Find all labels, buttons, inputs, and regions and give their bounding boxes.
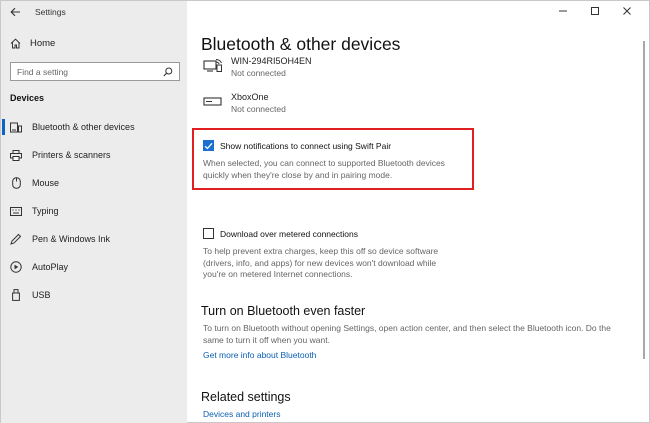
window-controls <box>547 3 643 19</box>
bluetooth-info-link[interactable]: Get more info about Bluetooth <box>203 350 316 360</box>
maximize-icon <box>591 7 599 15</box>
network-pc-icon <box>203 58 223 74</box>
close-icon <box>623 7 631 15</box>
home-nav-item[interactable]: Home <box>1 33 187 53</box>
usb-icon <box>10 289 22 301</box>
bluetooth-faster-description: To turn on Bluetooth without opening Set… <box>203 323 611 346</box>
back-button[interactable] <box>1 1 29 23</box>
bluetooth-devices-icon <box>10 121 22 133</box>
device-item[interactable]: XboxOne Not connected <box>203 92 286 115</box>
pen-icon <box>10 233 22 245</box>
settings-window: Settings Home Devices Bluetooth & other … <box>0 0 650 423</box>
description-line: To turn on Bluetooth without opening Set… <box>203 323 611 333</box>
home-icon <box>10 38 21 48</box>
search-input[interactable] <box>17 66 152 77</box>
sidebar-item-label: Printers & scanners <box>32 150 111 160</box>
description-line: (drivers, info, and apps) for new device… <box>203 257 437 268</box>
title-bar: Settings <box>1 1 187 23</box>
bluetooth-faster-heading: Turn on Bluetooth even faster <box>201 304 366 318</box>
printer-icon <box>10 149 22 161</box>
swift-pair-highlight-box <box>192 128 474 190</box>
section-label-devices: Devices <box>10 93 45 103</box>
device-status: Not connected <box>231 68 286 78</box>
main-content: Bluetooth & other devices WIN-294RI5OH4E… <box>187 1 650 423</box>
home-label: Home <box>30 37 56 49</box>
mouse-icon <box>10 177 22 189</box>
minimize-icon <box>559 10 567 12</box>
sidebar-item-autoplay[interactable]: AutoPlay <box>1 253 187 281</box>
sidebar-item-usb[interactable]: USB <box>1 281 187 309</box>
description-line: To help prevent extra charges, keep this… <box>203 246 439 256</box>
sidebar-item-mouse[interactable]: Mouse <box>1 169 187 197</box>
back-arrow-icon <box>9 7 20 17</box>
sidebar-item-pen[interactable]: Pen & Windows Ink <box>1 225 187 253</box>
sidebar-item-label: Typing <box>32 206 59 216</box>
device-name: XboxOne <box>231 92 269 102</box>
sidebar-item-label: Bluetooth & other devices <box>32 122 135 132</box>
sidebar-item-label: Mouse <box>32 178 60 188</box>
metered-label: Download over metered connections <box>220 228 358 239</box>
device-name: WIN-294RI5OH4EN <box>231 56 312 66</box>
close-button[interactable] <box>611 3 643 19</box>
autoplay-icon <box>10 261 22 273</box>
scrollbar[interactable] <box>643 41 645 359</box>
page-title: Bluetooth & other devices <box>201 34 401 54</box>
description-line: you're on metered Internet connections. <box>203 269 353 279</box>
device-item[interactable]: WIN-294RI5OH4EN Not connected <box>203 56 312 79</box>
sidebar-item-label: USB <box>32 290 51 300</box>
device-status: Not connected <box>231 104 286 114</box>
minimize-button[interactable] <box>547 3 579 19</box>
description-line: same to turn it off when you want. <box>203 334 330 345</box>
metered-description: To help prevent extra charges, keep this… <box>203 246 438 281</box>
search-icon[interactable] <box>163 67 173 77</box>
console-icon <box>203 94 223 110</box>
sidebar-item-printers[interactable]: Printers & scanners <box>1 141 187 169</box>
metered-option[interactable]: Download over metered connections <box>203 228 358 239</box>
sidebar-item-typing[interactable]: Typing <box>1 197 187 225</box>
devices-and-printers-link[interactable]: Devices and printers <box>203 409 280 419</box>
keyboard-icon <box>10 205 22 217</box>
search-box[interactable] <box>10 62 180 81</box>
metered-checkbox[interactable] <box>203 228 214 239</box>
related-settings-heading: Related settings <box>201 390 291 404</box>
sidebar-item-label: Pen & Windows Ink <box>32 234 111 244</box>
app-title: Settings <box>35 7 66 17</box>
maximize-button[interactable] <box>579 3 611 19</box>
sidebar-item-bluetooth[interactable]: Bluetooth & other devices <box>1 113 187 141</box>
sidebar: Settings Home Devices Bluetooth & other … <box>1 1 187 423</box>
sidebar-item-label: AutoPlay <box>32 262 69 272</box>
sidebar-nav: Bluetooth & other devices Printers & sca… <box>1 113 187 309</box>
